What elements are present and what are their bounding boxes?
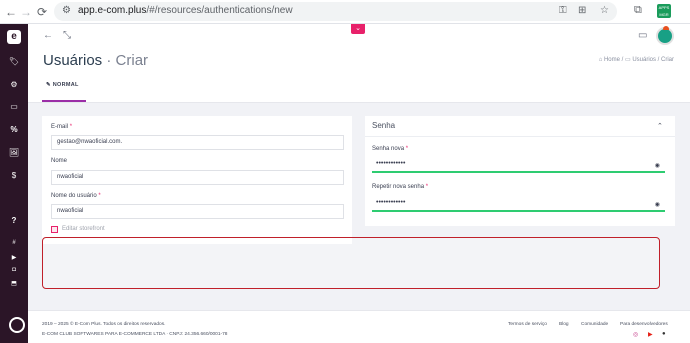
page-title: Usuários · Criar — [43, 52, 148, 69]
back-arrow-icon[interactable]: ← — [3, 4, 19, 20]
play-icon[interactable]: ▶ — [0, 254, 28, 261]
github-icon[interactable]: ● — [662, 331, 666, 337]
company-text: E-COM CLUB SOFTWARES PARA E-COMMERCE LTD… — [42, 332, 228, 337]
email-label: E-mail * — [51, 124, 72, 130]
highlighted-empty-region — [42, 237, 660, 289]
edit-icon: ✎ — [46, 82, 53, 88]
email-label-text: E-mail — [51, 124, 69, 130]
hash-icon[interactable]: # — [0, 240, 28, 246]
user-form-card: E-mail * gestao@nwaoficial.com. Nome nwa… — [42, 116, 352, 244]
storefront-icon[interactable]: ⬒ — [0, 280, 28, 287]
required-mark-visible: * — [405, 146, 409, 152]
storefront-checkbox[interactable] — [51, 226, 58, 233]
address-bar[interactable]: ⚙ app.e-com.plus/#/resources/authenticat… — [54, 2, 617, 21]
card-divider — [365, 136, 675, 137]
show-password-eye-icon[interactable]: ◉ — [655, 160, 660, 172]
instagram-icon[interactable]: ◎ — [633, 331, 638, 338]
avatar-badge — [663, 26, 669, 30]
url-text[interactable]: app.e-com.plus/#/resources/authenticatio… — [78, 5, 293, 16]
extension-apps-icon[interactable]: APPS MGR — [657, 4, 671, 18]
tag-icon[interactable]: 🏷 — [0, 57, 28, 66]
required-mark: * — [98, 193, 101, 199]
message-icon[interactable]: ▭ — [638, 30, 647, 41]
page-title-main: Usuários — [43, 52, 103, 69]
email-field[interactable]: gestao@nwaoficial.com. — [51, 135, 344, 150]
username-label-text: Nome do usuário — [51, 193, 97, 199]
chat-bubble-icon[interactable] — [9, 317, 25, 333]
forward-arrow-icon[interactable]: → — [18, 4, 34, 20]
username-field[interactable]: nwaoficial — [51, 204, 344, 219]
developers-link[interactable]: Para desenvolvedores — [620, 322, 668, 327]
tab-active-indicator — [42, 100, 86, 102]
repeat-password-label-text: Repetir nova senha — [372, 184, 425, 190]
copyright-text: 2019 – 2025 © E-Com Plus. Todos os direi… — [42, 322, 166, 327]
sidebar — [0, 24, 28, 343]
new-password-field[interactable]: •••••••••••• ◉ — [372, 158, 665, 173]
footer: 2019 – 2025 © E-Com Plus. Todos os direi… — [28, 310, 690, 343]
repeat-password-field[interactable]: •••••••••••• ◉ — [372, 197, 665, 212]
terms-link[interactable]: Termos de serviço — [508, 322, 547, 327]
new-password-label: Senha nova ⌃* — [372, 146, 408, 152]
bookmark-star-icon[interactable]: ☆ — [600, 5, 609, 16]
extensions-puzzle-icon[interactable]: ⧉ — [634, 4, 642, 17]
dropdown-toggle[interactable]: ⌄ — [351, 24, 365, 34]
password-card: Senha ⌃ Senha nova ⌃* •••••••••••• ◉ Repe… — [365, 116, 675, 226]
browser-toolbar: ← → ⟳ ⚙ app.e-com.plus/#/resources/authe… — [0, 0, 690, 24]
blog-link[interactable]: Blog — [559, 322, 569, 327]
name-label: Nome — [51, 158, 68, 164]
required-mark: * — [425, 184, 429, 190]
box-icon[interactable]: ◘ — [0, 267, 28, 273]
url-host: app.e-com.plus — [78, 5, 147, 16]
site-info-icon[interactable]: ⚙ — [62, 5, 71, 16]
new-password-value: •••••••••••• — [376, 160, 406, 167]
storefront-label[interactable]: Editar storefront — [62, 226, 105, 232]
reload-icon[interactable]: ⟳ — [34, 4, 50, 20]
page-header: Usuários · Criar ⌂ Home / ▭ Usuários / C… — [28, 48, 690, 103]
help-icon[interactable]: ? — [0, 216, 28, 225]
card-icon[interactable]: ▭ — [0, 102, 28, 111]
url-path: /#/resources/authentications/new — [146, 5, 293, 16]
youtube-icon[interactable]: ▶ — [648, 331, 653, 338]
new-password-label-text: Senha nova — [372, 146, 405, 152]
password-card-title: Senha — [372, 121, 396, 130]
percent-icon[interactable]: % — [0, 125, 28, 134]
page-subtitle: Criar — [115, 52, 149, 69]
dollar-icon[interactable]: $ — [0, 171, 28, 180]
image-icon[interactable]: 🖼 — [0, 148, 28, 157]
repeat-password-value: •••••••••••• — [376, 199, 406, 206]
page-title-separator: · — [102, 52, 116, 69]
breadcrumb[interactable]: ⌂ Home / ▭ Usuários / Criar — [599, 56, 674, 63]
expand-icon[interactable]: ⤡ — [63, 30, 71, 41]
ecom-logo[interactable]: e — [7, 30, 21, 44]
show-repeat-password-eye-icon[interactable]: ◉ — [655, 199, 660, 211]
translate-icon[interactable]: ⊞ — [578, 5, 586, 16]
tab-normal-label: NORMAL — [52, 82, 79, 88]
required-mark: * — [69, 124, 73, 130]
back-icon[interactable]: ← — [43, 30, 53, 41]
repeat-password-label: Repetir nova senha * — [372, 184, 428, 190]
collapse-icon[interactable]: ⌃ — [657, 122, 663, 130]
key-icon[interactable]: ⚿ — [559, 5, 567, 16]
settings-icon[interactable]: ⚙ — [0, 80, 28, 89]
tab-normal[interactable]: ✎ NORMAL — [46, 82, 79, 88]
name-field[interactable]: nwaoficial — [51, 170, 344, 185]
community-link[interactable]: Comunidade — [581, 322, 608, 327]
username-label: Nome do usuário * — [51, 193, 101, 199]
